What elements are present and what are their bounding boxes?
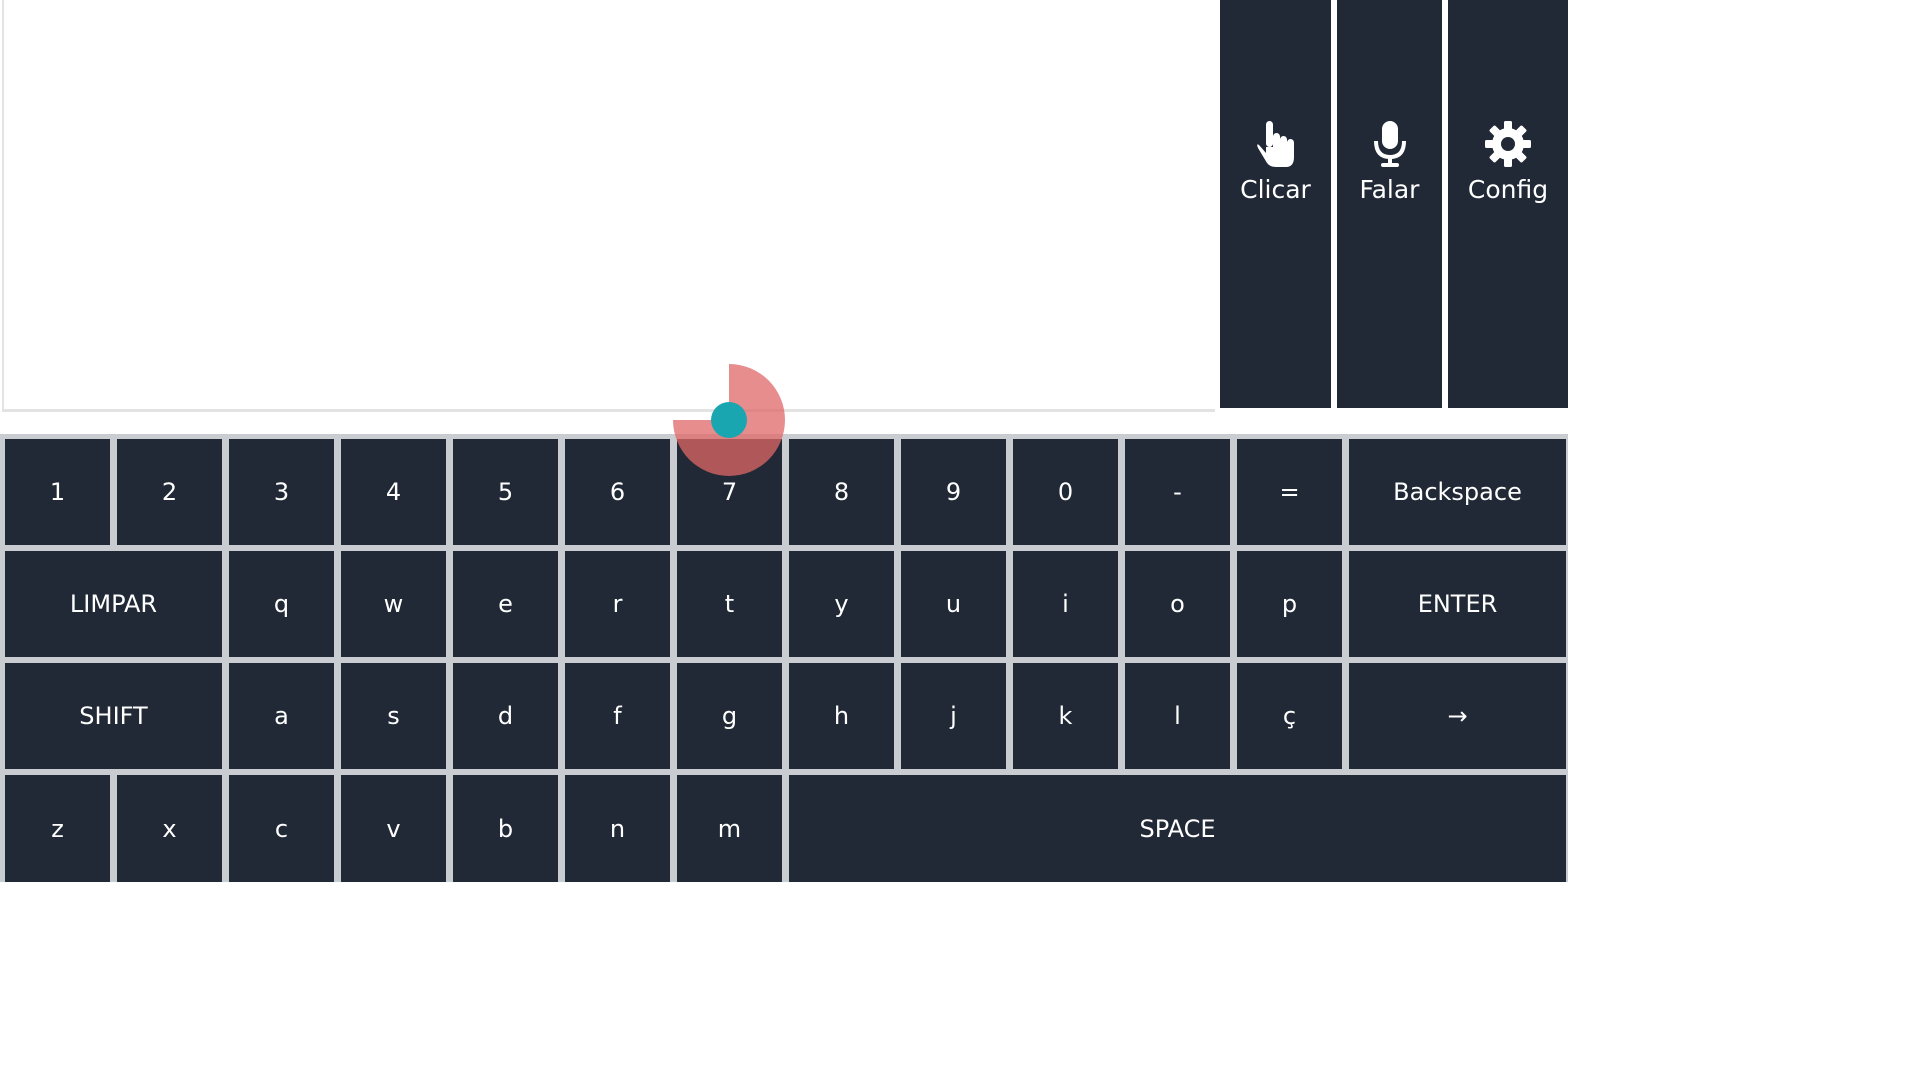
gear-icon [1482, 118, 1534, 170]
speak-button[interactable]: Falar [1337, 0, 1442, 408]
key-6[interactable]: 6 [565, 439, 670, 545]
key-k[interactable]: k [1013, 663, 1118, 769]
key-g[interactable]: g [677, 663, 782, 769]
key-v[interactable]: v [341, 775, 446, 882]
key-equals[interactable]: = [1237, 439, 1342, 545]
key-n[interactable]: n [565, 775, 670, 882]
key-q[interactable]: q [229, 551, 334, 657]
key-shift[interactable]: SHIFT [5, 663, 222, 769]
speak-button-label: Falar [1359, 175, 1420, 204]
key-t[interactable]: t [677, 551, 782, 657]
key-o[interactable]: o [1125, 551, 1230, 657]
click-button[interactable]: Clicar [1220, 0, 1331, 408]
key-m[interactable]: m [677, 775, 782, 882]
key-r[interactable]: r [565, 551, 670, 657]
key-j[interactable]: j [901, 663, 1006, 769]
key-a[interactable]: a [229, 663, 334, 769]
key-f[interactable]: f [565, 663, 670, 769]
key-3[interactable]: 3 [229, 439, 334, 545]
key-arrow-right[interactable]: → [1349, 663, 1566, 769]
key-i[interactable]: i [1013, 551, 1118, 657]
key-s[interactable]: s [341, 663, 446, 769]
key-clear[interactable]: LIMPAR [5, 551, 222, 657]
key-u[interactable]: u [901, 551, 1006, 657]
hand-pointer-icon [1250, 118, 1302, 170]
key-space[interactable]: SPACE [789, 775, 1566, 882]
key-b[interactable]: b [453, 775, 558, 882]
key-d[interactable]: d [453, 663, 558, 769]
config-button[interactable]: Config [1448, 0, 1568, 408]
config-button-label: Config [1467, 175, 1549, 204]
key-w[interactable]: w [341, 551, 446, 657]
key-5[interactable]: 5 [453, 439, 558, 545]
key-h[interactable]: h [789, 663, 894, 769]
virtual-keyboard: 1 2 3 4 5 6 7 8 9 0 - = Backspace LIMPAR… [0, 434, 1568, 882]
key-7[interactable]: 7 [677, 439, 782, 545]
key-p[interactable]: p [1237, 551, 1342, 657]
text-output-area[interactable] [2, 0, 1215, 412]
microphone-icon [1364, 118, 1416, 170]
key-y[interactable]: y [789, 551, 894, 657]
key-4[interactable]: 4 [341, 439, 446, 545]
key-enter[interactable]: ENTER [1349, 551, 1566, 657]
key-e[interactable]: e [453, 551, 558, 657]
key-2[interactable]: 2 [117, 439, 222, 545]
click-button-label: Clicar [1240, 175, 1311, 204]
key-c[interactable]: c [229, 775, 334, 882]
key-8[interactable]: 8 [789, 439, 894, 545]
key-0[interactable]: 0 [1013, 439, 1118, 545]
key-1[interactable]: 1 [5, 439, 110, 545]
key-x[interactable]: x [117, 775, 222, 882]
key-z[interactable]: z [5, 775, 110, 882]
key-backspace[interactable]: Backspace [1349, 439, 1566, 545]
key-c-cedilla[interactable]: ç [1237, 663, 1342, 769]
key-9[interactable]: 9 [901, 439, 1006, 545]
key-minus[interactable]: - [1125, 439, 1230, 545]
key-l[interactable]: l [1125, 663, 1230, 769]
